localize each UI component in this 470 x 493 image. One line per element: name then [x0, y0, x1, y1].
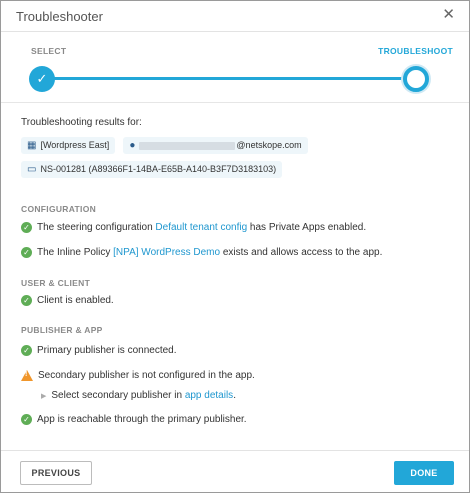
caret-right-icon: ▶	[41, 393, 47, 400]
app-chip: ▦ [Wordpress East]	[21, 137, 116, 154]
results-header: Troubleshooting results for:	[21, 117, 461, 128]
text: The Inline Policy	[37, 247, 111, 258]
device-chip: ▭ NS-001281 (A89366F1-14BA-E65B-A140-B3F7…	[21, 161, 283, 178]
previous-button[interactable]: PREVIOUS	[20, 461, 92, 485]
troubleshooter-dialog: Troubleshooter ✕ SELECT TROUBLESHOOT ✓ T…	[0, 0, 470, 493]
inline-policy-link[interactable]: [NPA] WordPress Demo	[113, 247, 220, 258]
section-configuration: CONFIGURATION	[21, 204, 97, 214]
redacted-username	[139, 141, 236, 150]
done-button[interactable]: DONE	[394, 461, 454, 485]
section-publisher-app: PUBLISHER & APP	[21, 325, 103, 335]
primary-publisher-line: ✓ Primary publisher is connected.	[21, 345, 177, 356]
app-reachable-line: ✓ App is reachable through the primary p…	[21, 414, 247, 425]
dialog-title: Troubleshooter	[16, 9, 103, 24]
step-troubleshoot-current-dot	[403, 66, 429, 92]
check-circle-icon: ✓	[21, 295, 32, 306]
text: Secondary publisher is not configured in…	[38, 370, 255, 381]
section-user-client: USER & CLIENT	[21, 278, 91, 288]
dialog-footer: PREVIOUS DONE	[1, 450, 469, 492]
text: exists and allows access to the app.	[222, 247, 383, 258]
user-icon: ●	[129, 140, 136, 151]
close-icon[interactable]: ✕	[442, 6, 455, 24]
device-icon: ▭	[27, 164, 37, 175]
text: Primary publisher is connected.	[37, 345, 177, 356]
text: .	[233, 390, 236, 401]
steering-config-link[interactable]: Default tenant config	[155, 222, 247, 233]
app-details-link[interactable]: app details	[185, 390, 233, 401]
stepper-track	[43, 77, 415, 80]
step-troubleshoot-label: TROUBLESHOOT	[378, 46, 453, 56]
warning-icon: !	[21, 370, 33, 381]
chip-row-1: ▦ [Wordpress East] ● @netskope.com	[21, 137, 308, 154]
user-domain: @netskope.com	[236, 140, 302, 150]
text: has Private Apps enabled.	[249, 222, 367, 233]
app-name: [Wordpress East]	[40, 140, 110, 150]
config-policy-line: ✓ The Inline Policy [NPA] WordPress Demo…	[21, 247, 382, 258]
chip-row-2: ▭ NS-001281 (A89366F1-14BA-E65B-A140-B3F7…	[21, 161, 283, 178]
text: App is reachable through the primary pub…	[37, 414, 247, 425]
secondary-publisher-line: ! Secondary publisher is not configured …	[21, 370, 255, 381]
text: The steering configuration	[37, 222, 153, 233]
device-id: NS-001281 (A89366F1-14BA-E65B-A140-B3F7D…	[40, 164, 277, 174]
client-enabled-line: ✓ Client is enabled.	[21, 295, 114, 306]
check-circle-icon: ✓	[21, 345, 32, 356]
step-select-check-icon[interactable]: ✓	[29, 66, 55, 92]
dialog-header: Troubleshooter ✕	[1, 1, 469, 32]
secondary-publisher-hint: ▶ Select secondary publisher in app detai…	[41, 390, 236, 401]
app-icon: ▦	[27, 140, 37, 151]
user-chip: ● @netskope.com	[123, 137, 308, 154]
stepper: SELECT TROUBLESHOOT ✓	[1, 33, 469, 103]
step-select-label: SELECT	[31, 46, 67, 56]
check-circle-icon: ✓	[21, 414, 32, 425]
check-circle-icon: ✓	[21, 247, 32, 258]
check-circle-icon: ✓	[21, 222, 32, 233]
config-steering-line: ✓ The steering configuration Default ten…	[21, 222, 366, 233]
text: Client is enabled.	[37, 295, 114, 306]
results-title: Troubleshooting results for:	[21, 117, 142, 128]
text: Select secondary publisher in	[51, 390, 185, 401]
